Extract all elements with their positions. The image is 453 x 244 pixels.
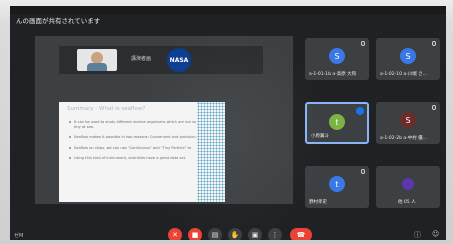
meeting-screen: んの画面が共有されています 講演者画 NASA Summary - What i…: [10, 6, 446, 240]
more-icon: ⋮: [271, 231, 279, 239]
slide-bullet: Using this kind of instrument, scientist…: [69, 156, 199, 161]
avatar: S: [400, 112, 416, 128]
slide-bullet: Seaflow makes it possible in two reasons…: [69, 135, 199, 140]
participant-tile-active[interactable]: t 小原翼斗: [305, 102, 369, 144]
end-call-button[interactable]: ☎: [290, 228, 312, 240]
slide-bullet: Seaflow on ships, we can use “Continuous…: [69, 146, 199, 151]
mic-icon: [361, 41, 365, 46]
nasa-logo: NASA: [167, 48, 191, 72]
mic-off-button[interactable]: ✕: [168, 228, 182, 240]
slide: Summary - What is seaflow? It can be use…: [59, 102, 225, 202]
presentation-caption: 講演者画: [131, 56, 152, 62]
meeting-toolbar: ゼM ✕ ■ ▤ ✋ ▣ ⋮ ☎ ⓘ ☺: [10, 226, 446, 240]
end-call-icon: ☎: [296, 231, 306, 239]
participant-tile[interactable]: S a-1-01-1b a-高原 大和: [305, 38, 369, 80]
mic-icon: [432, 105, 436, 110]
speaker-body: [87, 63, 107, 71]
meeting-code-label: ゼM: [14, 233, 24, 239]
people-icon[interactable]: ☺: [432, 230, 439, 238]
participant-tile[interactable]: S a-1-02-10 a-川端 さ...: [376, 38, 440, 80]
shared-presentation[interactable]: 講演者画 NASA Summary - What is seaflow? It …: [35, 36, 293, 204]
info-icon[interactable]: ⓘ: [414, 230, 421, 240]
sharing-banner: んの画面が共有されています: [10, 14, 107, 27]
captions-button[interactable]: ▤: [208, 228, 222, 240]
participant-tile[interactable]: t 野村孝史: [305, 166, 369, 208]
captions-icon: ▤: [211, 231, 219, 239]
slide-bullets: It can be used to study different marine…: [69, 120, 199, 167]
more-participants-tile[interactable]: 他 05 人: [376, 166, 440, 208]
slide-bullet: It can be used to study different marine…: [69, 120, 199, 129]
speaking-indicator-icon: [356, 107, 364, 115]
camera-off-button[interactable]: ■: [188, 228, 202, 240]
avatar: S: [400, 48, 416, 64]
mic-icon: [361, 169, 365, 174]
mic-icon: [432, 41, 436, 46]
participant-name: a-1-02-10 a-川端 さ...: [380, 72, 427, 77]
participant-name: a-1-02-2b a-中村 優...: [380, 136, 427, 141]
present-icon: ▣: [251, 231, 259, 239]
participant-name: 小原翼斗: [311, 134, 329, 139]
more-options-button[interactable]: ⋮: [268, 228, 282, 240]
participant-name: 野村孝史: [309, 200, 327, 205]
avatar: t: [329, 176, 345, 192]
camera-off-icon: ■: [191, 231, 199, 239]
participant-tile[interactable]: S a-1-02-2b a-中村 優...: [376, 102, 440, 144]
avatar: S: [329, 48, 345, 64]
speaker-video-thumbnail: [77, 49, 117, 71]
raise-hand-button[interactable]: ✋: [228, 228, 242, 240]
slide-dot-pattern: [197, 102, 225, 202]
slide-title: Summary - What is seaflow?: [67, 106, 146, 112]
participant-name: a-1-01-1b a-高原 大和: [309, 72, 357, 77]
present-button[interactable]: ▣: [248, 228, 262, 240]
presentation-header: 講演者画 NASA: [59, 46, 263, 74]
mic-off-icon: ✕: [172, 231, 178, 239]
more-participants-avatar-icon: [402, 178, 414, 190]
avatar: t: [329, 114, 345, 130]
raise-hand-icon: ✋: [230, 231, 240, 239]
more-participants-count: 他 05 人: [398, 200, 416, 205]
